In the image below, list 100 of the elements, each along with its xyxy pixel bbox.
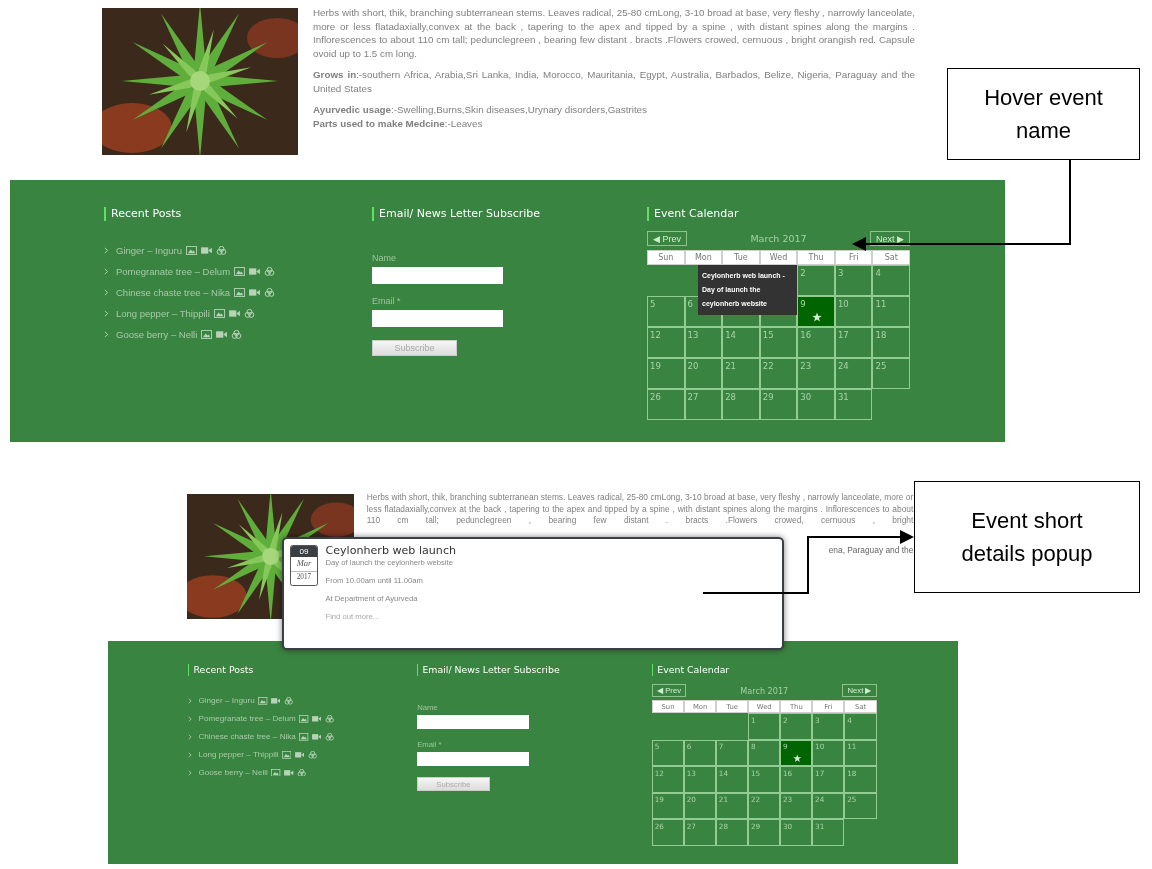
circles-icon — [324, 732, 335, 741]
day-number: 15 — [762, 330, 774, 340]
day-number: 5 — [650, 299, 656, 309]
annotation-box: Event short details popup — [914, 481, 1140, 593]
day-number: 3 — [837, 268, 844, 278]
chevron-icon — [104, 310, 109, 317]
section-heading: Event Calendar — [647, 207, 739, 221]
day-number: 28 — [725, 392, 736, 402]
post-link[interactable]: Chinese chaste tree – Nika — [198, 732, 296, 742]
event-title: Ceylonherb web launch — [325, 545, 457, 559]
picture-icon — [201, 330, 213, 339]
weekday-header: Wed — [759, 250, 798, 265]
video-icon — [249, 288, 261, 297]
section-heading: Event Calendar — [651, 663, 730, 676]
picture-icon — [282, 750, 292, 759]
detail-text: Parts used to make Medcine:-Leaves — [313, 116, 484, 130]
field-label: Name — [372, 253, 396, 264]
day-number: 9 — [800, 299, 806, 309]
day-number: 22 — [762, 361, 774, 371]
circles-icon — [243, 309, 255, 318]
day-number: 13 — [687, 330, 699, 340]
video-icon — [201, 246, 212, 255]
day-number: 31 — [837, 392, 849, 402]
post-link[interactable]: Pomegranate tree – Delum — [116, 266, 231, 277]
name-field[interactable] — [372, 267, 503, 284]
post-link[interactable]: Ginger – Inguru — [198, 696, 255, 706]
video-icon — [249, 267, 261, 276]
video-icon — [312, 732, 322, 741]
subscribe-button[interactable]: Subscribe — [372, 340, 457, 356]
circles-icon — [231, 330, 243, 339]
weekday-header: Mon — [684, 250, 723, 265]
chevron-icon — [188, 733, 193, 740]
video-icon — [312, 715, 322, 723]
weekday-header: Fri — [834, 250, 873, 265]
weekday-header: Sun — [647, 250, 685, 265]
star-icon — [812, 312, 823, 322]
picture-icon — [213, 309, 225, 318]
post-link[interactable]: Long pepper – Thippili — [116, 308, 210, 319]
video-icon — [216, 330, 228, 339]
month-title: March 2017 — [750, 233, 807, 244]
day-number: 18 — [875, 330, 887, 340]
annotation-box: Hover event name — [947, 68, 1140, 160]
circles-icon — [283, 697, 294, 705]
weekday-header: Thu — [797, 250, 835, 265]
day-number: 11 — [875, 299, 887, 309]
video-icon — [228, 309, 240, 318]
day-number: 25 — [875, 361, 887, 371]
star-icon — [793, 753, 802, 763]
video-icon — [271, 697, 281, 705]
circles-icon — [296, 768, 307, 777]
detail-text: Ayurvedic usage:-Swelling,Burns,Skin diseases,Urynary disorders,Gastrites — [313, 103, 648, 117]
post-link[interactable]: Goose berry – Nelli — [116, 329, 198, 340]
post-link[interactable]: Pomegranate tree – Delum — [198, 714, 296, 724]
picture-icon — [234, 267, 246, 276]
badge-month: Mar — [296, 557, 312, 571]
post-link[interactable]: Long pepper – Thippili — [198, 750, 279, 760]
chevron-icon — [188, 751, 193, 758]
weekday-header: Tue — [722, 250, 760, 265]
description-text: Herbs with short, thik, branching subterranean stems. Leaves radical, 25-80 cmLong, 3-10 broad at base, very fleshy , narrowly lanceolate, more or less flatadaxially,convex at the back , tapering to the apex and tipped by a spine , with distant spines along the margins . Inflorescences to about 110 cm tall; pedunclegreen , bearing few distant . bracts .Flowers crowed, cernuous , bright orangish red. Capsule ovoid up to 1.5 cm long. — [313, 6, 915, 60]
day-number: 12 — [650, 330, 661, 340]
picture-icon — [271, 768, 281, 777]
chevron-icon — [104, 268, 109, 275]
section-heading: Recent Posts — [104, 207, 182, 221]
email-field[interactable] — [372, 310, 503, 327]
picture-icon — [186, 246, 197, 255]
day-number: 26 — [650, 392, 661, 402]
day-number: 19 — [650, 361, 661, 371]
prev-button[interactable]: ◀ Prev — [647, 231, 687, 246]
description-text: Herbs with short, thik, branching subterranean stems. Leaves radical, 25-80 cmLong, 3-10 broad at base, very fleshy , narrowly lanceolate, more or less flatadaxially,convex at the back , tapering to the apex and tipped by a spine , with distant spines along the margins . Inflorescences to about 110 cm tall; pedunclegreen , bearing few distant . bracts .Flowers crowed, cernuous , bright — [366, 492, 914, 527]
detail-text: Grows in:-southern Africa, Arabia,Sri Lanka, India, Morocco, Mauritania, Egypt, Australia, Barbados, Belize, Nigeria, Paraguay and the United States — [313, 68, 915, 95]
day-number: 10 — [837, 299, 849, 309]
section-heading: Email/ News Letter Subscribe — [372, 207, 541, 221]
circles-icon — [264, 288, 276, 297]
day-number: 6 — [687, 299, 693, 309]
circles-icon — [324, 715, 335, 723]
email-field[interactable] — [417, 751, 529, 767]
picture-icon — [234, 288, 246, 297]
day-number: 16 — [800, 330, 812, 340]
post-link[interactable]: Chinese chaste tree – Nika — [116, 287, 231, 298]
section-heading: Email/ News Letter Subscribe — [417, 663, 560, 676]
circles-icon — [264, 267, 276, 276]
post-link[interactable]: Ginger – Inguru — [116, 245, 182, 256]
video-icon — [284, 768, 294, 777]
post-link[interactable]: Goose berry – Nelli — [198, 768, 268, 778]
day-number: 14 — [725, 330, 736, 340]
badge-day: 09 — [291, 546, 317, 558]
next-button[interactable]: Next ▶ — [870, 231, 910, 246]
field-label: Email * — [372, 296, 401, 307]
day-number: 29 — [762, 392, 774, 402]
day-number: 17 — [837, 330, 849, 340]
detail-text: ena, Paraguay and the — [828, 544, 914, 557]
circles-icon — [307, 750, 317, 759]
weekday-header: Sat — [872, 250, 911, 265]
name-field[interactable] — [417, 714, 529, 730]
day-number: 20 — [687, 361, 699, 371]
chevron-icon — [104, 289, 109, 296]
day-number: 4 — [875, 268, 881, 278]
month-title: March 2017 — [740, 685, 789, 696]
chevron-icon — [188, 715, 193, 722]
picture-icon — [258, 697, 268, 705]
